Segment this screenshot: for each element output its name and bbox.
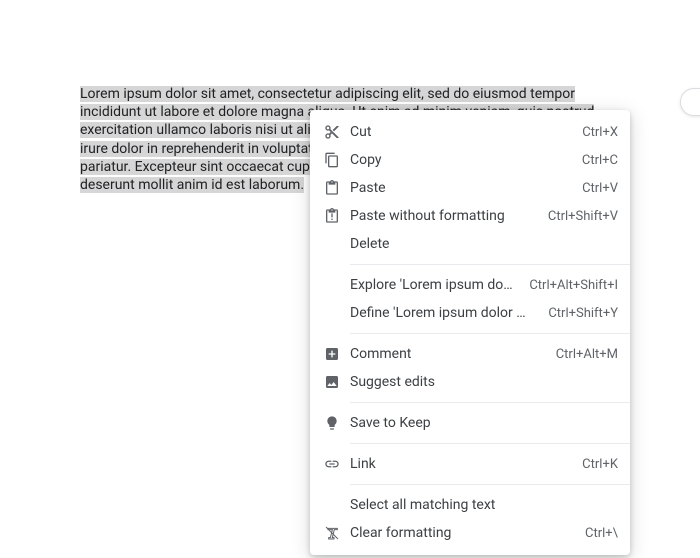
menu-item-explore[interactable]: Explore 'Lorem ipsum dolor s…' Ctrl+Alt+…: [310, 271, 630, 299]
clear-format-icon: [322, 523, 342, 543]
menu-divider: [350, 264, 630, 265]
menu-item-clear-formatting[interactable]: Clear formatting Ctrl+\: [310, 519, 630, 547]
comment-icon: [322, 344, 342, 364]
blank-icon: [322, 275, 342, 295]
menu-divider: [350, 402, 630, 403]
context-menu: Cut Ctrl+X Copy Ctrl+C Paste Ctrl+V Past…: [310, 110, 630, 555]
menu-label: Clear formatting: [350, 525, 569, 541]
menu-item-define[interactable]: Define 'Lorem ipsum dolor s…' Ctrl+Shift…: [310, 299, 630, 327]
menu-item-comment[interactable]: Comment Ctrl+Alt+M: [310, 340, 630, 368]
menu-shortcut: Ctrl+Alt+Shift+I: [529, 278, 618, 293]
menu-item-delete[interactable]: Delete: [310, 230, 630, 258]
menu-label: Select all matching text: [350, 497, 618, 513]
paste-plain-icon: [322, 206, 342, 226]
menu-shortcut: Ctrl+K: [582, 457, 618, 472]
menu-label: Comment: [350, 346, 540, 362]
menu-shortcut: Ctrl+\: [585, 526, 618, 541]
menu-label: Explore 'Lorem ipsum dolor s…': [350, 277, 513, 293]
menu-label: Suggest edits: [350, 374, 618, 390]
menu-shortcut: Ctrl+Alt+M: [556, 347, 618, 362]
menu-item-paste-without-formatting[interactable]: Paste without formatting Ctrl+Shift+V: [310, 202, 630, 230]
menu-label: Delete: [350, 236, 618, 252]
menu-label: Paste: [350, 180, 566, 196]
blank-icon: [322, 234, 342, 254]
menu-item-paste[interactable]: Paste Ctrl+V: [310, 174, 630, 202]
menu-item-select-all-matching[interactable]: Select all matching text: [310, 491, 630, 519]
menu-item-copy[interactable]: Copy Ctrl+C: [310, 146, 630, 174]
menu-label: Cut: [350, 124, 566, 140]
keep-icon: [322, 413, 342, 433]
menu-label: Link: [350, 456, 566, 472]
menu-item-save-to-keep[interactable]: Save to Keep: [310, 409, 630, 437]
menu-item-link[interactable]: Link Ctrl+K: [310, 450, 630, 478]
cut-icon: [322, 122, 342, 142]
menu-label: Paste without formatting: [350, 208, 532, 224]
blank-icon: [322, 303, 342, 323]
menu-divider: [350, 443, 630, 444]
suggest-icon: [322, 372, 342, 392]
side-panel-toggle[interactable]: [680, 88, 700, 116]
menu-divider: [350, 484, 630, 485]
paste-icon: [322, 178, 342, 198]
menu-shortcut: Ctrl+Shift+Y: [548, 306, 618, 321]
menu-item-suggest-edits[interactable]: Suggest edits: [310, 368, 630, 396]
link-icon: [322, 454, 342, 474]
menu-label: Save to Keep: [350, 415, 618, 431]
copy-icon: [322, 150, 342, 170]
menu-label: Define 'Lorem ipsum dolor s…': [350, 305, 532, 321]
menu-shortcut: Ctrl+V: [582, 181, 618, 196]
menu-label: Copy: [350, 152, 566, 168]
menu-divider: [350, 333, 630, 334]
menu-shortcut: Ctrl+X: [582, 125, 618, 140]
blank-icon: [322, 495, 342, 515]
menu-shortcut: Ctrl+C: [582, 153, 618, 168]
menu-item-cut[interactable]: Cut Ctrl+X: [310, 118, 630, 146]
menu-shortcut: Ctrl+Shift+V: [548, 209, 618, 224]
